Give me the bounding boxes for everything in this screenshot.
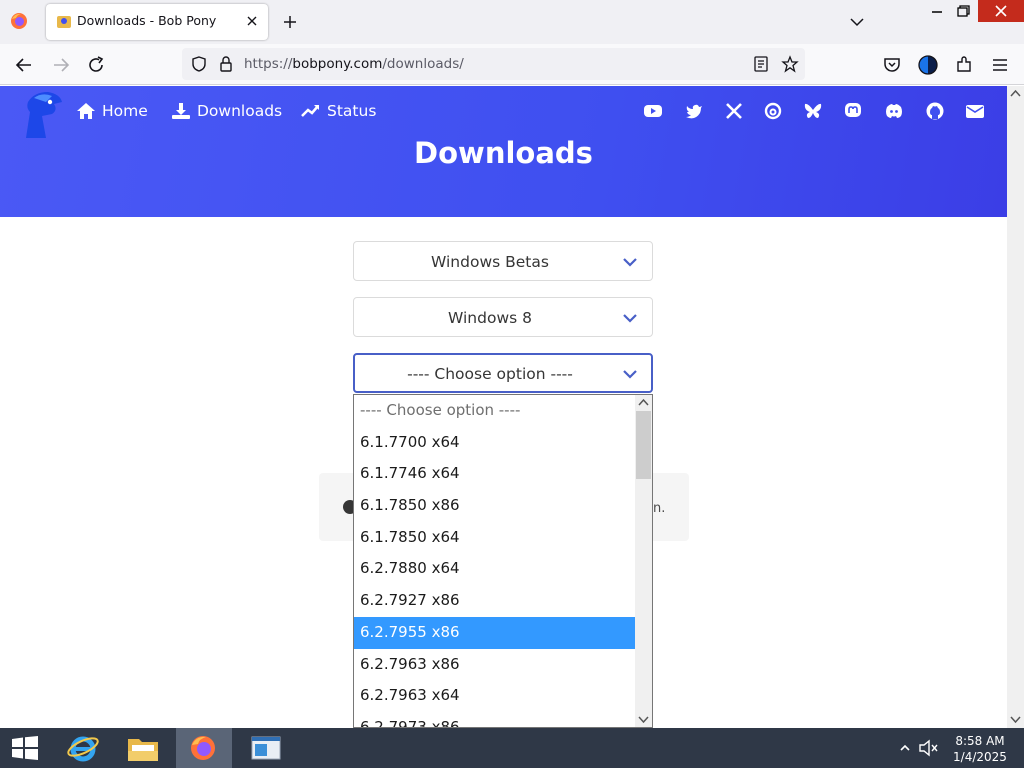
- category-select[interactable]: Windows Betas: [353, 241, 653, 281]
- url-host: bobpony.com: [292, 56, 383, 72]
- reload-icon[interactable]: [85, 54, 107, 76]
- github-icon[interactable]: [925, 101, 945, 121]
- page-scrollbar[interactable]: [1007, 86, 1024, 728]
- minimize-window-icon[interactable]: [926, 2, 948, 20]
- chevron-down-icon: [623, 314, 637, 323]
- scroll-up-arrow-icon[interactable]: [637, 397, 650, 409]
- tray-expand-icon[interactable]: [899, 743, 911, 753]
- folder-icon: [128, 739, 158, 761]
- windows-taskbar: 8:58 AM 1/4/2025: [0, 728, 1024, 768]
- pocket-icon[interactable]: [881, 54, 903, 76]
- url-text: https://bobpony.com/downloads/: [244, 56, 464, 72]
- home-icon: [77, 103, 95, 119]
- taskbar-internet-explorer[interactable]: [56, 728, 112, 768]
- dropdown-scroll-thumb[interactable]: [636, 411, 651, 479]
- tab-title: Downloads - Bob Pony: [77, 13, 217, 28]
- scroll-down-arrow-icon[interactable]: [637, 713, 650, 725]
- dropdown-scrollbar[interactable]: [635, 395, 652, 727]
- build-select[interactable]: ---- Choose option ----: [353, 353, 653, 393]
- chevron-down-icon[interactable]: [848, 13, 866, 31]
- taskbar-app-window[interactable]: [238, 728, 294, 768]
- build-select-value: ---- Choose option ----: [407, 365, 573, 383]
- twitter-icon[interactable]: [684, 101, 704, 121]
- internet-explorer-icon: [67, 736, 99, 762]
- nav-downloads-label: Downloads: [197, 102, 283, 120]
- bobpony-favicon-icon: [57, 16, 71, 28]
- firefox-menu-icon[interactable]: [10, 12, 28, 30]
- bluesky-icon[interactable]: [803, 101, 823, 121]
- hamburger-menu-icon[interactable]: [989, 54, 1011, 76]
- build-options-list[interactable]: ---- Choose option ---- 6.1.7700 x64 6.1…: [353, 394, 653, 728]
- option-item[interactable]: 6.1.7746 x64: [354, 458, 635, 490]
- firefox-icon: [191, 736, 215, 760]
- extensions-icon[interactable]: [953, 54, 975, 76]
- close-tab-icon[interactable]: [244, 13, 260, 29]
- tray-clock[interactable]: 8:58 AM 1/4/2025: [950, 733, 1010, 765]
- url-path: /downloads/: [382, 56, 464, 72]
- shield-icon[interactable]: [190, 55, 208, 73]
- clock-date: 1/4/2025: [953, 750, 1007, 764]
- category-select-value: Windows Betas: [431, 253, 549, 271]
- new-tab-icon[interactable]: [280, 12, 300, 32]
- speaker-muted-icon[interactable]: [918, 739, 940, 757]
- download-icon: [172, 103, 190, 119]
- account-icon[interactable]: [917, 54, 939, 76]
- x-icon[interactable]: [724, 101, 744, 121]
- mastodon-icon[interactable]: [843, 101, 863, 121]
- option-placeholder[interactable]: ---- Choose option ----: [354, 395, 635, 427]
- back-arrow-icon[interactable]: [13, 54, 35, 76]
- option-item[interactable]: 6.2.7973 x86: [354, 712, 635, 727]
- url-prefix: https://: [244, 56, 293, 72]
- close-icon: [995, 5, 1007, 17]
- os-select-value: Windows 8: [448, 309, 532, 327]
- reader-view-icon[interactable]: [752, 55, 770, 73]
- address-bar[interactable]: https://bobpony.com/downloads/: [182, 48, 805, 80]
- option-item[interactable]: 6.2.7963 x86: [354, 649, 635, 681]
- page-title: Downloads: [414, 136, 593, 170]
- info-notice-text: n.: [653, 501, 666, 516]
- options-container: ---- Choose option ---- 6.1.7700 x64 6.1…: [354, 395, 635, 727]
- os-select[interactable]: Windows 8: [353, 297, 653, 337]
- option-item[interactable]: 6.2.7927 x86: [354, 585, 635, 617]
- option-item-highlighted[interactable]: 6.2.7955 x86: [354, 616, 635, 649]
- clock-time: 8:58 AM: [955, 734, 1005, 748]
- trend-icon: [301, 105, 319, 117]
- window-app-icon: [251, 736, 281, 760]
- site-header: Home Downloads Status Downloads: [0, 86, 1007, 217]
- nav-home[interactable]: Home: [76, 100, 150, 124]
- taskbar-file-explorer[interactable]: [116, 728, 172, 768]
- lock-icon[interactable]: [217, 55, 235, 73]
- nav-status[interactable]: Status: [301, 100, 377, 124]
- discord-icon[interactable]: [884, 101, 904, 121]
- nav-home-label: Home: [102, 102, 148, 120]
- chevron-down-icon: [623, 258, 637, 267]
- windows-logo-icon: [12, 736, 38, 760]
- mail-icon[interactable]: [965, 101, 985, 121]
- bookmark-star-icon[interactable]: [781, 55, 799, 73]
- taskbar-firefox[interactable]: [176, 728, 232, 768]
- option-item[interactable]: 6.2.7963 x64: [354, 680, 635, 712]
- close-window-button[interactable]: [978, 0, 1024, 22]
- bobpony-logo[interactable]: [12, 88, 64, 140]
- nav-downloads[interactable]: Downloads: [171, 100, 283, 124]
- scroll-down-arrow-icon[interactable]: [1009, 713, 1022, 725]
- scroll-up-arrow-icon[interactable]: [1009, 88, 1022, 100]
- option-item[interactable]: 6.1.7850 x86: [354, 490, 635, 522]
- start-button[interactable]: [0, 728, 50, 768]
- chevron-down-icon: [623, 370, 637, 379]
- browser-tab-strip: Downloads - Bob Pony: [0, 0, 1024, 44]
- option-item[interactable]: 6.1.7850 x64: [354, 522, 635, 554]
- option-item[interactable]: 6.2.7880 x64: [354, 553, 635, 585]
- desktop: Downloads - Bob Pony https://bobpony.com…: [0, 0, 1024, 768]
- nav-status-label: Status: [327, 102, 377, 120]
- forward-arrow-icon[interactable]: [50, 54, 72, 76]
- threads-icon[interactable]: [763, 101, 783, 121]
- youtube-icon[interactable]: [643, 101, 663, 121]
- option-item[interactable]: 6.1.7700 x64: [354, 427, 635, 459]
- restore-window-icon[interactable]: [952, 2, 974, 20]
- browser-tab[interactable]: Downloads - Bob Pony: [46, 4, 268, 40]
- browser-toolbar: https://bobpony.com/downloads/: [0, 44, 1024, 85]
